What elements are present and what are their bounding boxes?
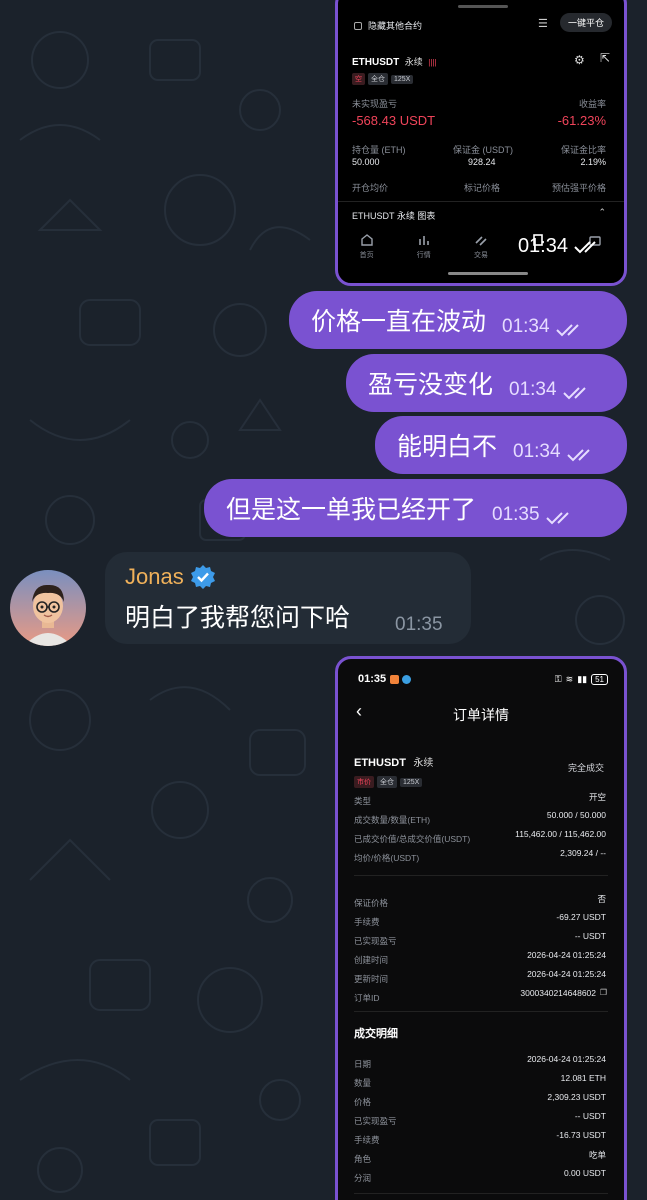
- nav-market: 行情: [400, 233, 448, 283]
- hide-others-label: 隐藏其他合约: [368, 21, 423, 31]
- wifi-icon: ≋: [565, 673, 574, 684]
- double-check-icon: [545, 512, 569, 525]
- message-text: 但是这一单我已经开了: [226, 495, 477, 524]
- message-time: 01:34: [502, 316, 550, 337]
- fill-row: 已实现盈亏 -- USDT: [354, 1111, 606, 1126]
- checkbox-icon: [354, 21, 362, 30]
- notification-icon: [390, 674, 400, 684]
- message-out[interactable]: 但是这一单我已经开了 01:35: [204, 479, 627, 537]
- message-out[interactable]: 盈亏没变化 01:34: [346, 354, 627, 412]
- fills-title: 成交明细: [354, 1028, 398, 1040]
- nav-home: 首页: [343, 233, 391, 283]
- scroll-handle: [458, 5, 508, 8]
- nav-trade: 交易: [457, 233, 505, 283]
- fill-row: 手续费 -16.73 USDT: [354, 1130, 606, 1145]
- mark-price-label: 标记价格: [464, 183, 501, 193]
- one-click-close-button: 一键平仓: [560, 13, 613, 32]
- message-text: 盈亏没变化: [368, 370, 494, 399]
- divider: [354, 1011, 608, 1012]
- message-time: 01:35: [492, 504, 540, 525]
- divider: [354, 875, 608, 876]
- leverage-chip: 125X: [391, 75, 414, 84]
- settings-icon: ⚙: [574, 53, 585, 67]
- contract-type: 永续: [413, 758, 434, 769]
- share-icon: ⇱: [600, 51, 611, 65]
- order-type-chip: 市价: [354, 776, 374, 788]
- sender-name[interactable]: Jonas: [125, 564, 184, 590]
- chevron-up-icon: ⌃: [598, 207, 606, 217]
- message-text: 明白了我帮您问下哈: [125, 603, 351, 632]
- signal-icon: ▮▮: [577, 673, 588, 684]
- copy-icon: ❐: [599, 988, 607, 997]
- signal-bars-icon: ||||: [428, 58, 437, 67]
- detail-row: 已成交价值/总成交价值(USDT) 115,462.00 / 115,462.00: [354, 829, 606, 844]
- contract-type: 永续: [404, 57, 423, 67]
- margin-chip: 全仓: [377, 776, 397, 788]
- margin-value: 928.24: [468, 157, 496, 167]
- double-check-icon: [574, 240, 596, 253]
- detail-row: 保证价格否: [354, 894, 606, 908]
- message-in[interactable]: Jonas 明白了我帮您问下哈 01:35: [105, 552, 471, 644]
- bar-chart-icon: [418, 236, 429, 245]
- detail-row: 手续费 -69.27 USDT: [354, 912, 606, 927]
- message-text: 能明白不: [397, 432, 498, 461]
- fill-row: 价格 2,309.23 USDT: [354, 1092, 606, 1107]
- message-time: 01:35: [395, 614, 443, 635]
- position-value: 50.000: [352, 157, 380, 167]
- open-price-label: 开仓均价: [352, 183, 389, 193]
- home-indicator: [448, 272, 528, 275]
- double-check-icon: [562, 387, 586, 400]
- symbol: ETHUSDT: [354, 757, 406, 769]
- list-icon: ☰: [538, 18, 548, 30]
- roi-label: 收益率: [578, 99, 606, 109]
- message-time: 01:34: [517, 235, 568, 257]
- fill-row: 分润 0.00 USDT: [354, 1168, 606, 1183]
- order-status: 完全成交: [567, 763, 604, 773]
- double-check-icon: [566, 449, 590, 462]
- margin-ratio-value: 2.19%: [580, 157, 606, 167]
- detail-row: 创建时间 2026-04-24 01:25:24: [354, 950, 606, 965]
- key-icon: ⚿: [554, 673, 562, 684]
- detail-row: 类型 开空: [354, 792, 606, 806]
- message-time: 01:34: [509, 379, 557, 400]
- message-out[interactable]: 能明白不 01:34: [375, 416, 627, 474]
- battery-icon: 51: [591, 673, 608, 685]
- trade-icon: [475, 236, 487, 246]
- leverage-chip: 125X: [400, 778, 423, 787]
- status-bar: 01:35 ⚿ ≋ ▮▮ 51: [358, 671, 608, 687]
- fill-row: 数量 12.081 ETH: [354, 1073, 606, 1088]
- double-check-icon: [555, 324, 579, 337]
- detail-row: 已实现盈亏 -- USDT: [354, 931, 606, 946]
- symbol: ETHUSDT: [352, 57, 400, 68]
- unrealized-value: -568.43 USDT: [352, 113, 436, 128]
- order-details-screenshot[interactable]: 01:35 ⚿ ≋ ▮▮ 51 ‹ 订单详情 ETHUSDT 永续 完全成交 市…: [335, 656, 627, 1200]
- detail-row: 更新时间 2026-04-24 01:25:24: [354, 969, 606, 984]
- home-icon: [360, 234, 373, 246]
- position-screenshot[interactable]: 隐藏其他合约 ☰ 一键平仓 ETHUSDT 永续 |||| ⚙ ⇱ 空全仓 125…: [335, 0, 627, 286]
- margin-ratio-label: 保证金比率: [560, 145, 606, 155]
- position-label: 持仓量 (ETH): [352, 145, 406, 155]
- message-text: 价格一直在波动: [311, 307, 487, 336]
- unrealized-label: 未实现盈亏: [352, 99, 398, 109]
- message-out[interactable]: 价格一直在波动 01:34: [289, 291, 627, 349]
- detail-row: 均价/价格(USDT) 2,309.24 / --: [354, 848, 606, 863]
- page-title: 订单详情: [453, 707, 509, 723]
- side-chip: 空: [352, 73, 365, 85]
- avatar-illustration: [10, 570, 86, 646]
- divider: [354, 1193, 608, 1194]
- fill-row: 日期 2026-04-24 01:25:24: [354, 1054, 606, 1069]
- status-time: 01:35: [358, 673, 387, 685]
- telegram-icon: [402, 674, 412, 684]
- margin-chip: 全仓: [368, 73, 388, 85]
- roi-value: -61.23%: [557, 113, 606, 128]
- fill-row: 角色 吃单: [354, 1150, 606, 1164]
- margin-label: 保证金 (USDT): [453, 145, 513, 155]
- detail-row: 订单ID 3000340214648602 ❐: [354, 988, 607, 1003]
- message-time: 01:34: [513, 441, 561, 462]
- verified-badge-icon: [190, 565, 215, 589]
- image-meta: 01:34: [518, 235, 602, 258]
- liq-price-label: 预估强平价格: [551, 183, 606, 193]
- avatar[interactable]: [10, 570, 86, 646]
- detail-row: 成交数量/数量(ETH) 50.000 / 50.000: [354, 810, 606, 825]
